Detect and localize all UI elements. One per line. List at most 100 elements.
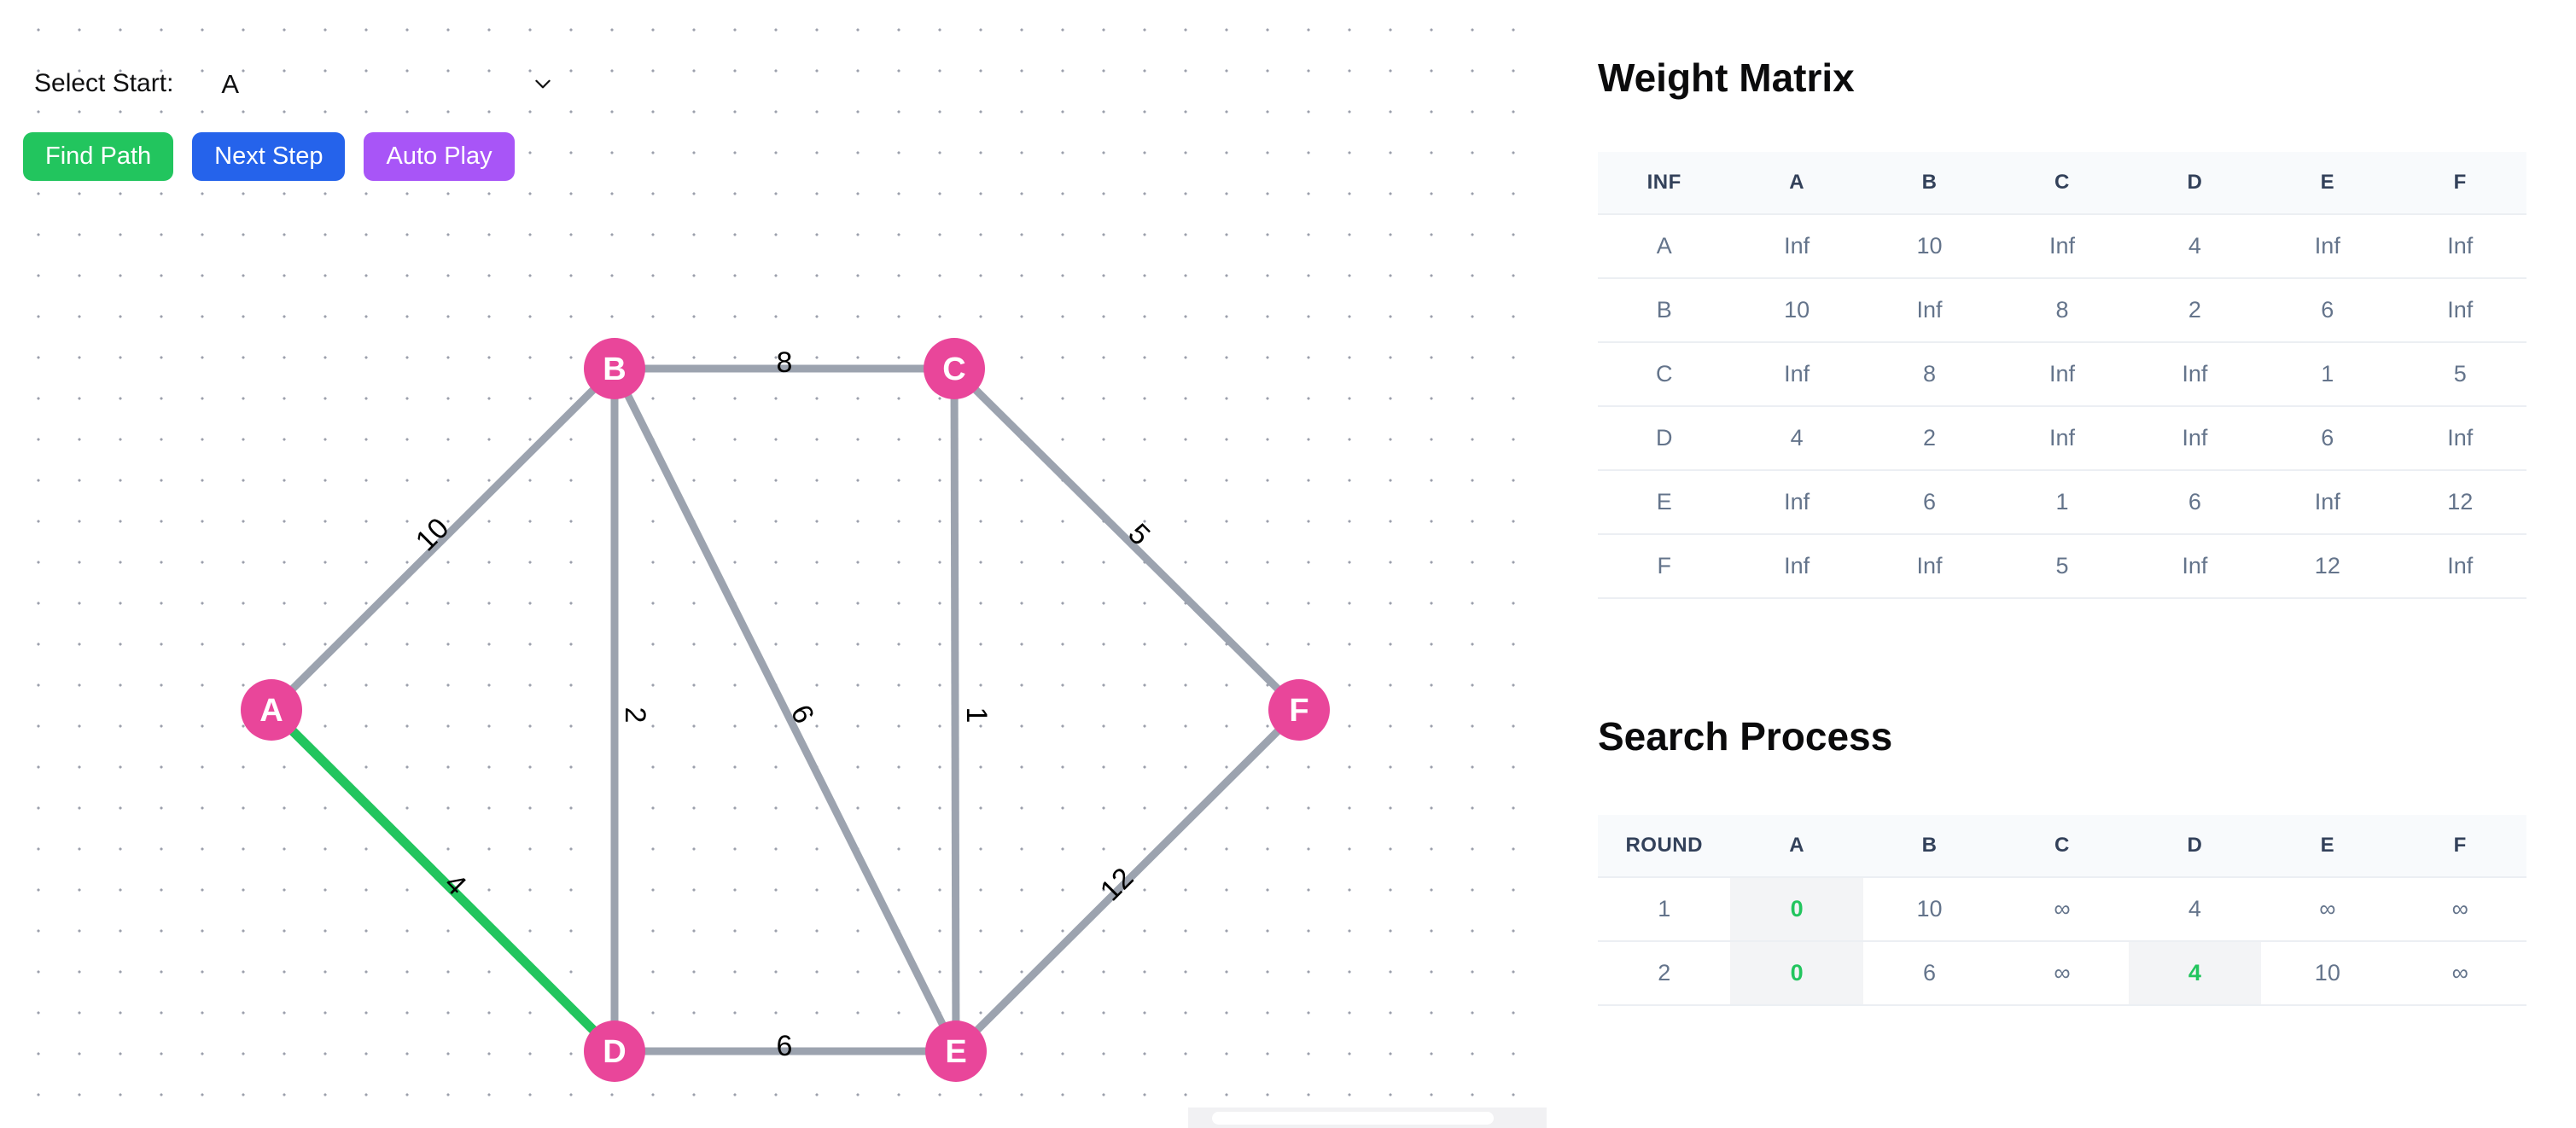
graph-node-c[interactable] bbox=[924, 338, 985, 399]
weight-matrix-col-header-e: E bbox=[2261, 152, 2394, 214]
search-process-cell: 0 bbox=[1730, 876, 1863, 942]
weight-matrix-col-header-d: D bbox=[2128, 152, 2262, 214]
search-process-cell: ∞ bbox=[2393, 876, 2526, 942]
edge-weight-b-e: 6 bbox=[784, 700, 820, 729]
chevron-down-icon bbox=[535, 79, 551, 89]
weight-matrix-cell: 6 bbox=[1862, 469, 1996, 535]
weight-matrix-cell: 6 bbox=[2261, 277, 2394, 343]
start-node-select-value: A bbox=[221, 68, 240, 99]
graph-edge-b-e bbox=[610, 366, 960, 1054]
search-process-round-cell: 2 bbox=[1598, 940, 1731, 1006]
edge-weight-e-f: 12 bbox=[1094, 862, 1140, 908]
graph-node-label-d: D bbox=[603, 1034, 626, 1070]
next-step-button[interactable]: Next Step bbox=[192, 132, 346, 181]
weight-matrix-cell: 5 bbox=[2393, 341, 2526, 407]
weight-matrix-cell: Inf bbox=[1862, 277, 1996, 343]
weight-matrix-cell: Inf bbox=[1862, 533, 1996, 599]
nodes-layer: A B C D E F bbox=[241, 338, 1330, 1082]
weight-matrix-cell: Inf bbox=[1730, 533, 1863, 599]
weight-matrix-cell: Inf bbox=[2128, 533, 2262, 599]
weight-matrix-cell: 10 bbox=[1862, 213, 1996, 279]
weight-matrix-table: INF A B C D E F A Inf 10 Inf 4 Inf Inf B 10 Inf 8 2 6 Inf C I… bbox=[1598, 152, 2526, 599]
edge-weight-c-f: 5 bbox=[1122, 517, 1156, 551]
graph-node-e[interactable] bbox=[925, 1020, 987, 1082]
weight-matrix-cell: Inf bbox=[2393, 277, 2526, 343]
weight-matrix-col-header-inf: INF bbox=[1598, 152, 1731, 214]
table-row: B 10 Inf 8 2 6 Inf bbox=[1598, 277, 2526, 343]
weight-matrix-cell: Inf bbox=[2393, 405, 2526, 471]
graph-node-label-e: E bbox=[945, 1034, 966, 1070]
weight-matrix-cell: 8 bbox=[1862, 341, 1996, 407]
weight-matrix-cell: Inf bbox=[1730, 341, 1863, 407]
search-process-cell: ∞ bbox=[2393, 940, 2526, 1006]
search-process-cell: 0 bbox=[1730, 940, 1863, 1006]
edge-weight-a-d: 4 bbox=[438, 867, 472, 901]
weight-matrix-cell: 8 bbox=[1996, 277, 2129, 343]
search-process-title: Search Process bbox=[1598, 714, 1893, 759]
find-path-button[interactable]: Find Path bbox=[23, 132, 174, 181]
graph-edge-c-f bbox=[951, 365, 1303, 713]
graph-edge-a-d bbox=[268, 706, 618, 1055]
weight-matrix-cell: Inf bbox=[1730, 213, 1863, 279]
weight-matrix-col-header-a: A bbox=[1730, 152, 1863, 214]
search-process-cell: 4 bbox=[2128, 940, 2262, 1006]
weight-matrix-cell: 1 bbox=[1996, 469, 2129, 535]
weight-matrix-cell: Inf bbox=[2393, 213, 2526, 279]
graph-node-f[interactable] bbox=[1268, 679, 1330, 741]
side-panel: Weight Matrix INF A B C D E F A Inf 10 Inf 4 Inf Inf… bbox=[1547, 0, 2576, 1128]
weight-matrix-cell: Inf bbox=[1730, 469, 1863, 535]
search-process-col-header-f: F bbox=[2393, 815, 2526, 877]
weight-matrix-cell: 1 bbox=[2261, 341, 2394, 407]
weight-matrix-cell: Inf bbox=[2128, 341, 2262, 407]
weight-matrix-col-header-f: F bbox=[2393, 152, 2526, 214]
search-process-col-header-b: B bbox=[1862, 815, 1996, 877]
search-process-round-cell: 1 bbox=[1598, 876, 1731, 942]
search-process-cell: ∞ bbox=[2261, 876, 2394, 942]
graph-node-label-f: F bbox=[1289, 693, 1308, 729]
search-process-header-row: ROUND A B C D E F bbox=[1598, 815, 2526, 877]
weight-matrix-row-header: C bbox=[1598, 341, 1731, 407]
table-row: D 4 2 Inf Inf 6 Inf bbox=[1598, 405, 2526, 471]
table-row: 1 0 10 ∞ 4 ∞ ∞ bbox=[1598, 876, 2526, 942]
edge-weight-c-e: 1 bbox=[960, 707, 993, 724]
graph-node-label-b: B bbox=[603, 352, 626, 387]
search-process-col-header-a: A bbox=[1730, 815, 1863, 877]
start-node-selector-row: Select Start: A bbox=[34, 67, 554, 101]
weight-matrix-cell: 12 bbox=[2261, 533, 2394, 599]
auto-play-button[interactable]: Auto Play bbox=[364, 132, 515, 181]
start-node-select[interactable]: A bbox=[221, 67, 554, 101]
search-process-cell: ∞ bbox=[1996, 876, 2129, 942]
search-process-cell: 6 bbox=[1862, 940, 1996, 1006]
edge-labels-layer: 10 4 8 2 6 1 5 6 12 bbox=[410, 346, 1157, 1062]
weight-matrix-cell: Inf bbox=[1996, 213, 2129, 279]
weight-matrix-body: A Inf 10 Inf 4 Inf Inf B 10 Inf 8 2 6 Inf C Inf 8 Inf Inf 1… bbox=[1598, 213, 2526, 599]
graph-node-b[interactable] bbox=[584, 338, 645, 399]
graph-canvas[interactable]: Select Start: A Find Path Next Step Auto… bbox=[0, 0, 1547, 1128]
graph-node-label-c: C bbox=[942, 352, 965, 387]
search-process-cell: 10 bbox=[2261, 940, 2394, 1006]
edge-weight-b-d: 2 bbox=[619, 707, 651, 724]
table-row: F Inf Inf 5 Inf 12 Inf bbox=[1598, 533, 2526, 599]
weight-matrix-cell: 4 bbox=[1730, 405, 1863, 471]
graph-node-a[interactable] bbox=[241, 679, 302, 741]
graph-node-d[interactable] bbox=[584, 1020, 645, 1082]
weight-matrix-row-header: D bbox=[1598, 405, 1731, 471]
weight-matrix-cell: 6 bbox=[2128, 469, 2262, 535]
graph-edge-c-e bbox=[950, 368, 960, 1052]
search-process-col-header-c: C bbox=[1996, 815, 2129, 877]
weight-matrix-cell: Inf bbox=[2393, 533, 2526, 599]
weight-matrix-title: Weight Matrix bbox=[1598, 55, 1855, 100]
weight-matrix-cell: 6 bbox=[2261, 405, 2394, 471]
horizontal-scrollbar[interactable] bbox=[1188, 1108, 1547, 1128]
edge-weight-a-b: 10 bbox=[410, 512, 456, 558]
scrollbar-thumb[interactable] bbox=[1212, 1112, 1494, 1125]
weight-matrix-cell: Inf bbox=[1996, 341, 2129, 407]
table-row: C Inf 8 Inf Inf 1 5 bbox=[1598, 341, 2526, 407]
select-start-label: Select Start: bbox=[34, 69, 174, 97]
weight-matrix-cell: 10 bbox=[1730, 277, 1863, 343]
weight-matrix-cell: 2 bbox=[2128, 277, 2262, 343]
search-process-table: ROUND A B C D E F 1 0 10 ∞ 4 ∞ ∞ 2 0 6 ∞ 4 10 ∞ bbox=[1598, 815, 2526, 1006]
search-process-col-header-e: E bbox=[2261, 815, 2394, 877]
weight-matrix-cell: Inf bbox=[2261, 213, 2394, 279]
weight-matrix-header-row: INF A B C D E F bbox=[1598, 152, 2526, 214]
